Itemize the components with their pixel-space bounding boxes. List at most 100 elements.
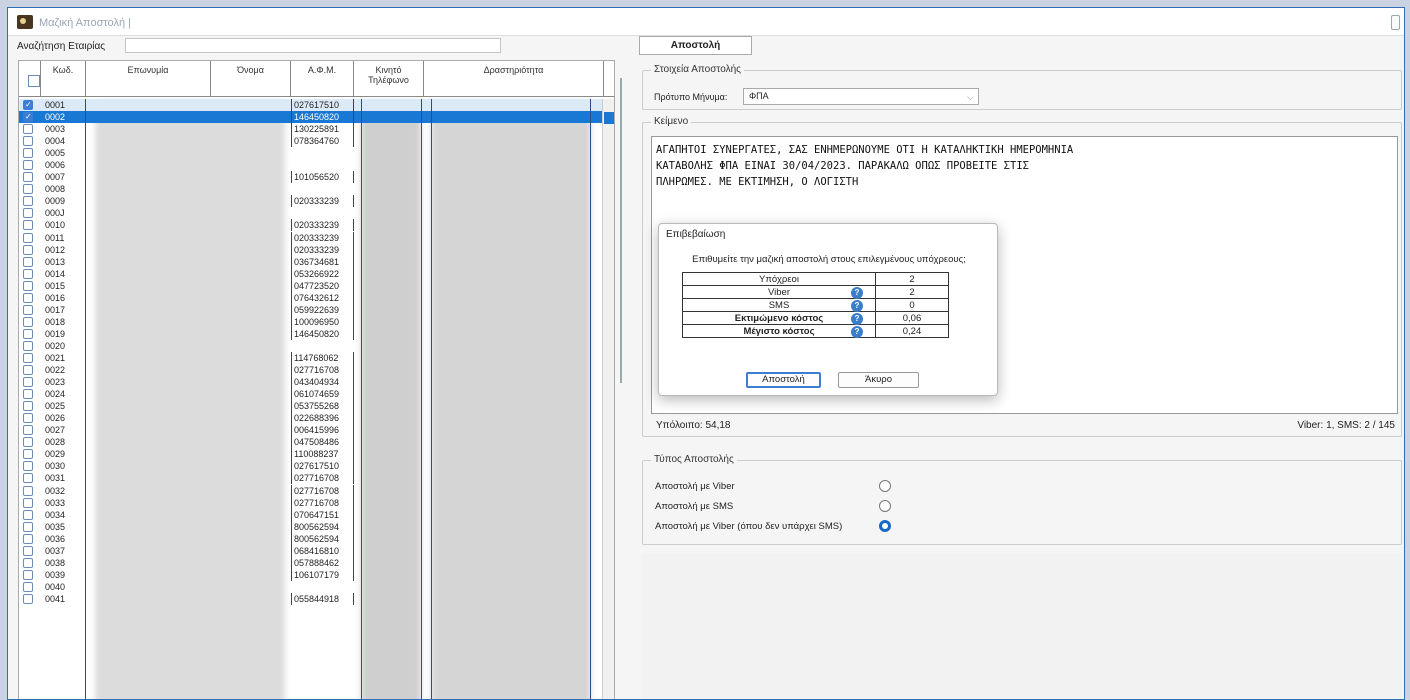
row-checkbox[interactable] [23, 184, 33, 195]
table-row[interactable]: 0021 114768062 [19, 351, 614, 364]
table-row[interactable]: 0013 036734681 [19, 255, 614, 268]
row-checkbox[interactable] [23, 232, 33, 243]
select-all-checkbox[interactable] [28, 75, 40, 87]
column-name[interactable]: Επωνυμία [86, 61, 211, 97]
table-row[interactable]: 0020 [19, 339, 614, 352]
table-row[interactable]: 0033 027716708 [19, 496, 614, 509]
row-checkbox[interactable] [23, 593, 33, 604]
table-row[interactable]: 0017 059922639 [19, 303, 614, 316]
table-row[interactable]: 0037 068416810 [19, 544, 614, 557]
table-row[interactable]: 0029 110088237 [19, 448, 614, 461]
column-code[interactable]: Κωδ. [40, 61, 86, 97]
radio-sms[interactable] [879, 500, 891, 512]
table-row[interactable]: 0038 057888462 [19, 556, 614, 569]
table-row[interactable]: 0003 130225891 [19, 123, 614, 136]
table-row[interactable]: 0015 047723520 [19, 279, 614, 292]
row-checkbox[interactable] [23, 136, 33, 147]
row-checkbox[interactable] [23, 292, 33, 303]
table-row[interactable]: 0018 100096950 [19, 315, 614, 328]
row-checkbox[interactable] [23, 268, 33, 279]
row-checkbox[interactable] [23, 509, 33, 520]
row-checkbox[interactable] [23, 280, 33, 291]
table-row[interactable]: 0001 027617510 [19, 99, 614, 112]
row-checkbox[interactable] [23, 172, 33, 183]
row-checkbox[interactable] [23, 160, 33, 171]
row-checkbox[interactable] [23, 196, 33, 207]
table-row[interactable]: 0005 [19, 147, 614, 160]
table-row[interactable]: 0035 800562594 [19, 520, 614, 533]
column-activity[interactable]: Δραστηριότητα [424, 61, 604, 97]
table-row[interactable]: 0019 146450820 [19, 327, 614, 340]
table-row[interactable]: 0040 [19, 580, 614, 593]
row-checkbox[interactable] [23, 111, 33, 123]
help-icon[interactable]: ? [851, 326, 863, 338]
row-checkbox[interactable] [23, 545, 33, 556]
table-row[interactable]: 0025 053755268 [19, 400, 614, 413]
column-first-name[interactable]: Όνομα [211, 61, 291, 97]
row-checkbox[interactable] [23, 461, 33, 472]
table-row[interactable]: 0007 101056520 [19, 171, 614, 184]
table-row[interactable]: 0010 020333239 [19, 219, 614, 232]
row-checkbox[interactable] [23, 401, 33, 412]
row-checkbox[interactable] [23, 352, 33, 363]
table-row[interactable]: 0004 078364760 [19, 135, 614, 148]
row-checkbox[interactable] [23, 485, 33, 496]
table-row[interactable]: 0009 020333239 [19, 195, 614, 208]
column-mobile[interactable]: Κινητό Τηλέφωνο [354, 61, 424, 97]
table-row[interactable]: 0027 006415996 [19, 424, 614, 437]
row-checkbox[interactable] [23, 581, 33, 592]
panel-splitter[interactable] [620, 78, 622, 383]
table-row[interactable]: 0031 027716708 [19, 472, 614, 485]
row-checkbox[interactable] [23, 389, 33, 400]
table-row[interactable]: 0041 055844918 [19, 592, 614, 605]
row-checkbox[interactable] [23, 521, 33, 532]
table-row[interactable]: 0006 [19, 159, 614, 172]
row-checkbox[interactable] [23, 437, 33, 448]
row-checkbox[interactable] [23, 365, 33, 376]
row-checkbox[interactable] [23, 124, 33, 135]
row-checkbox[interactable] [23, 244, 33, 255]
table-row[interactable]: 0023 043404934 [19, 376, 614, 389]
row-checkbox[interactable] [23, 220, 33, 231]
table-row[interactable]: 0036 800562594 [19, 532, 614, 545]
table-row[interactable]: 0002 146450820 [19, 111, 614, 124]
row-checkbox[interactable] [23, 340, 33, 351]
window-control-button[interactable] [1391, 15, 1400, 30]
grid-scrollbar[interactable] [602, 99, 614, 699]
row-checkbox[interactable] [23, 425, 33, 436]
radio-viber[interactable] [879, 480, 891, 492]
row-checkbox[interactable] [23, 449, 33, 460]
table-row[interactable]: 0011 020333239 [19, 231, 614, 244]
help-icon[interactable]: ? [851, 300, 863, 312]
row-checkbox[interactable] [23, 533, 33, 544]
row-checkbox[interactable] [23, 148, 33, 159]
row-checkbox[interactable] [23, 99, 33, 111]
table-row[interactable]: 0026 022688396 [19, 412, 614, 425]
table-row[interactable]: 0039 106107179 [19, 568, 614, 581]
chevron-down-icon[interactable]: ⌵ [967, 90, 974, 105]
help-icon[interactable]: ? [851, 287, 863, 299]
row-checkbox[interactable] [23, 473, 33, 484]
row-checkbox[interactable] [23, 377, 33, 388]
table-row[interactable]: 0032 027716708 [19, 484, 614, 497]
table-row[interactable]: 0012 020333239 [19, 243, 614, 256]
row-checkbox[interactable] [23, 328, 33, 339]
table-row[interactable]: 0022 027716708 [19, 364, 614, 377]
search-input[interactable] [125, 38, 501, 53]
table-row[interactable]: 0024 061074659 [19, 388, 614, 401]
dialog-send-button[interactable]: Αποστολή [746, 372, 821, 388]
table-row[interactable]: 0030 027617510 [19, 460, 614, 473]
table-row[interactable]: 0014 053266922 [19, 267, 614, 280]
table-row[interactable]: 0034 070647151 [19, 508, 614, 521]
column-afm[interactable]: Α.Φ.Μ. [291, 61, 354, 97]
help-icon[interactable]: ? [851, 313, 863, 325]
table-row[interactable]: 0016 076432612 [19, 291, 614, 304]
table-row[interactable]: 0028 047508486 [19, 436, 614, 449]
row-checkbox[interactable] [23, 304, 33, 315]
row-checkbox[interactable] [23, 413, 33, 424]
table-row[interactable]: 0008 [19, 183, 614, 196]
row-checkbox[interactable] [23, 316, 33, 327]
dialog-cancel-button[interactable]: Άκυρο [838, 372, 919, 388]
table-row[interactable]: 000J [19, 207, 614, 220]
row-checkbox[interactable] [23, 569, 33, 580]
